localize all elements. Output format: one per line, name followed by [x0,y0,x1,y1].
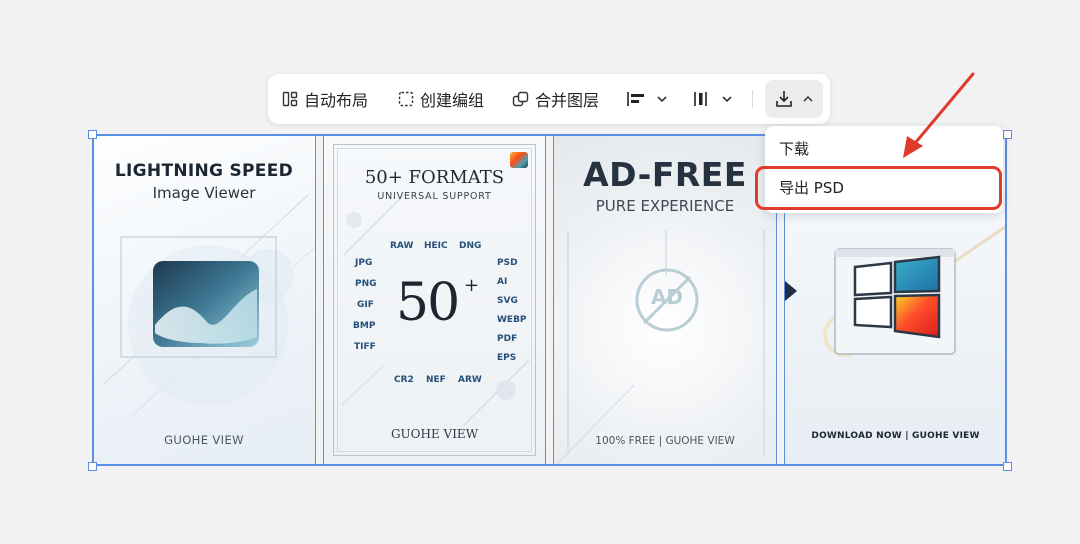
auto-layout-icon [282,91,298,107]
toolbar-divider [752,90,753,108]
group-frame-icon [398,91,414,107]
annotation-arrow [903,72,975,158]
download-button[interactable] [765,80,823,118]
chevron-up-icon [803,95,813,102]
download-icon [776,91,792,107]
distribute-icon [694,92,707,106]
canvas-toolbar: 自动布局 创建编组 合并图层 [268,74,830,124]
align-dropdown[interactable] [626,87,672,111]
resize-handle-bottom-right[interactable] [1003,462,1012,471]
auto-layout-button[interactable]: 自动布局 [282,74,368,124]
resize-handle-bottom-left[interactable] [88,462,97,471]
highlight-box [755,166,1002,210]
create-group-label: 创建编组 [420,91,485,110]
resize-handle-top-right[interactable] [1003,130,1012,139]
create-group-button[interactable]: 创建编组 [398,74,484,124]
chevron-down-icon [657,96,667,103]
auto-layout-label: 自动布局 [304,91,369,110]
merge-layers-button[interactable]: 合并图层 [512,74,599,124]
resize-handle-top-left[interactable] [88,130,97,139]
merge-layers-label: 合并图层 [535,91,600,110]
chevron-down-icon [722,96,732,103]
menu-item-download[interactable]: 下载 [779,138,809,159]
distribute-dropdown[interactable] [691,87,737,111]
align-left-icon [627,92,644,106]
merge-layers-icon [512,91,529,106]
